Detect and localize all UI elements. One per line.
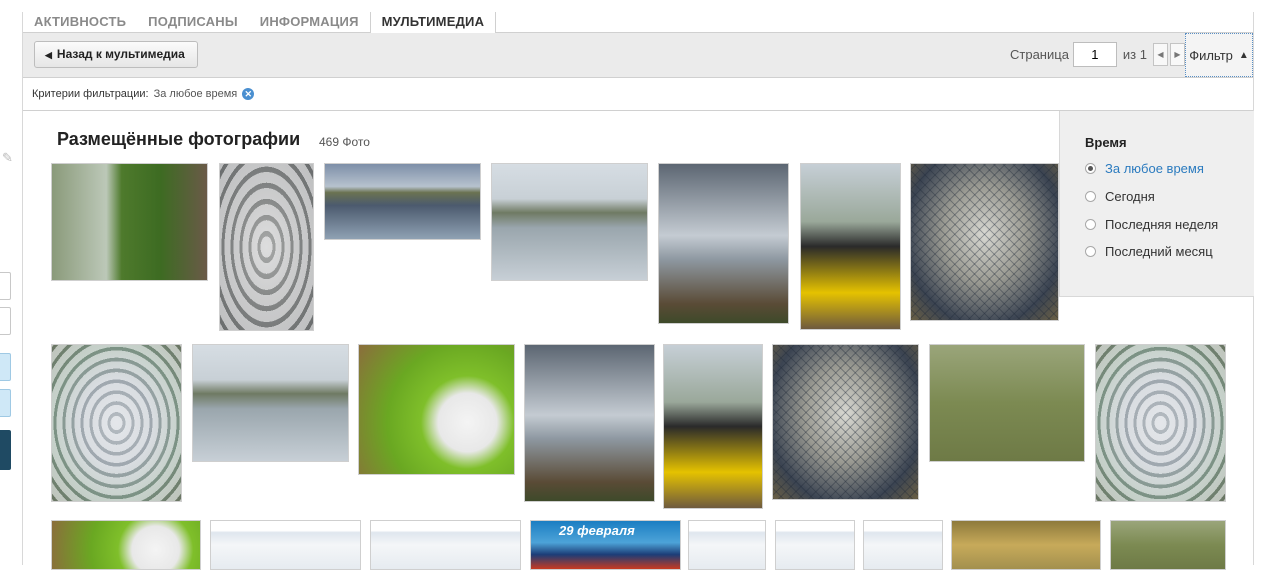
photo-image <box>773 345 918 499</box>
photo-thumbnail[interactable] <box>863 520 943 570</box>
criteria-label: Критерии фильтрации: <box>32 88 149 100</box>
photo-thumbnail[interactable] <box>800 163 901 330</box>
filter-label: Фильтр <box>1189 47 1233 63</box>
photo-thumbnail[interactable] <box>658 163 789 324</box>
photo-thumbnail[interactable] <box>688 520 766 570</box>
tab-bar: АКТИВНОСТЬ ПОДПИСАНЫ ИНФОРМАЦИЯ МУЛЬТИМЕ… <box>23 12 1253 34</box>
option-label: За любое время <box>1105 161 1204 176</box>
photo-thumbnail[interactable] <box>1110 520 1226 570</box>
radio-icon <box>1085 191 1096 202</box>
tab-info[interactable]: ИНФОРМАЦИЯ <box>249 12 370 32</box>
photo-thumbnail[interactable] <box>929 344 1085 462</box>
tab-multimedia[interactable]: МУЛЬТИМЕДИА <box>369 12 497 34</box>
tab-subscriptions[interactable]: ПОДПИСАНЫ <box>137 12 249 32</box>
photo-image <box>911 164 1058 320</box>
photo-thumbnail[interactable] <box>51 520 201 570</box>
photo-thumbnail[interactable] <box>324 163 481 240</box>
photo-thumbnail[interactable] <box>192 344 349 462</box>
remove-criteria-icon[interactable]: ✕ <box>242 88 255 101</box>
gallery-count: 469 Фото <box>319 135 370 149</box>
photo-thumbnail[interactable] <box>772 344 919 500</box>
photo-thumbnail[interactable] <box>663 344 763 509</box>
photo-thumbnail[interactable] <box>491 163 648 281</box>
time-filter-title: Время <box>1085 135 1127 150</box>
profile-main: АКТИВНОСТЬ ПОДПИСАНЫ ИНФОРМАЦИЯ МУЛЬТИМЕ… <box>23 12 1254 570</box>
option-label: Последний месяц <box>1105 244 1213 259</box>
option-label: Сегодня <box>1105 189 1155 204</box>
gallery-title: Размещённые фотографии <box>57 129 301 149</box>
tab-activity[interactable]: АКТИВНОСТЬ <box>23 12 137 32</box>
sidebar-stub[interactable] <box>0 389 11 417</box>
time-filter-panel: Время За любое время Сегодня Последняя н… <box>1059 111 1254 297</box>
photo-thumbnail[interactable] <box>910 163 1059 321</box>
time-option-any[interactable]: За любое время <box>1085 161 1204 176</box>
radio-icon <box>1085 219 1096 230</box>
back-button-label: Назад к мультимедиа <box>56 47 185 61</box>
pager: Страница из 1 ◀ ▶ <box>1010 41 1185 68</box>
time-option-week[interactable]: Последняя неделя <box>1085 217 1218 232</box>
radio-selected-icon <box>1085 163 1096 174</box>
option-label: Последняя неделя <box>1105 217 1219 232</box>
page-number-input[interactable] <box>1072 42 1117 67</box>
photo-thumbnail[interactable] <box>951 520 1101 570</box>
photo-thumbnail[interactable]: 29 февраля <box>530 520 681 570</box>
left-sidebar-edge: ✎ <box>0 0 22 565</box>
photo-thumbnail[interactable] <box>210 520 361 570</box>
banner-date: 29 февраля <box>559 523 635 538</box>
filter-criteria-bar: Критерии фильтрации: За любое время ✕ <box>23 78 1253 111</box>
radio-icon <box>1085 246 1096 257</box>
photo-image <box>220 164 313 330</box>
sidebar-stub[interactable] <box>0 272 11 300</box>
photo-thumbnail[interactable] <box>775 520 855 570</box>
triangle-up-icon: ▲ <box>1238 49 1249 61</box>
back-to-multimedia-button[interactable]: ◀ Назад к мультимедиа <box>34 41 198 68</box>
photo-thumbnail[interactable] <box>51 344 182 502</box>
page-total: из 1 <box>1122 47 1147 62</box>
pencil-icon[interactable]: ✎ <box>2 150 13 166</box>
time-option-month[interactable]: Последний месяц <box>1085 244 1213 259</box>
sidebar-stub[interactable] <box>0 353 11 381</box>
page-label: Страница <box>1010 47 1069 62</box>
sidebar-stub[interactable] <box>0 307 11 335</box>
photo-thumbnail[interactable] <box>524 344 655 502</box>
sidebar-stub-dark[interactable] <box>0 430 11 470</box>
triangle-left-icon: ◀ <box>45 50 52 60</box>
prev-page-icon[interactable]: ◀ <box>1153 43 1168 66</box>
photo-image <box>52 345 181 501</box>
photo-thumbnail[interactable] <box>358 344 515 475</box>
next-page-icon[interactable]: ▶ <box>1170 43 1185 66</box>
photo-thumbnail[interactable] <box>51 163 208 281</box>
photo-thumbnail[interactable] <box>1095 344 1226 502</box>
time-option-today[interactable]: Сегодня <box>1085 189 1155 204</box>
photo-thumbnail[interactable] <box>370 520 521 570</box>
photo-thumbnail[interactable] <box>219 163 314 331</box>
filter-toggle-button[interactable]: Фильтр ▲ <box>1185 33 1253 77</box>
criteria-value: За любое время <box>153 88 238 100</box>
media-toolbar: ◀ Назад к мультимедиа Страница из 1 ◀ ▶ Ф… <box>23 33 1253 78</box>
photo-image <box>1096 345 1225 501</box>
